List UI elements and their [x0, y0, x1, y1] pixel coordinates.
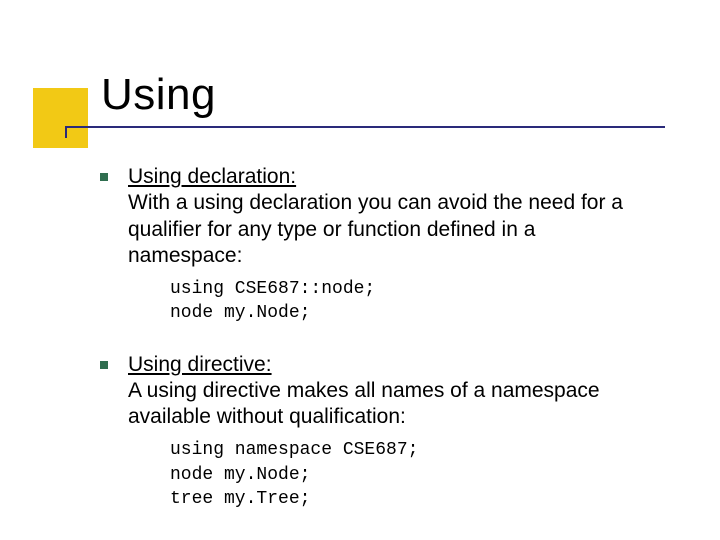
title-tick [65, 128, 67, 138]
code-block: using namespace CSE687; node my.Node; tr… [170, 438, 655, 511]
square-bullet-icon [100, 173, 108, 181]
list-item: Using declaration: With a using declarat… [100, 164, 655, 326]
item-heading: Using directive: [128, 353, 272, 376]
title-area: Using [65, 70, 665, 128]
title-underline [65, 126, 665, 128]
list-item: Using directive: A using directive makes… [100, 352, 655, 512]
item-desc: With a using declaration you can avoid t… [128, 191, 623, 267]
page-title: Using [101, 70, 665, 120]
slide: Using Using declaration: With a using de… [0, 0, 720, 540]
item-desc: A using directive makes all names of a n… [128, 379, 600, 428]
code-block: using CSE687::node; node my.Node; [170, 277, 655, 326]
slide-body: Using declaration: With a using declarat… [100, 164, 655, 529]
item-heading: Using declaration: [128, 165, 296, 188]
square-bullet-icon [100, 361, 108, 369]
